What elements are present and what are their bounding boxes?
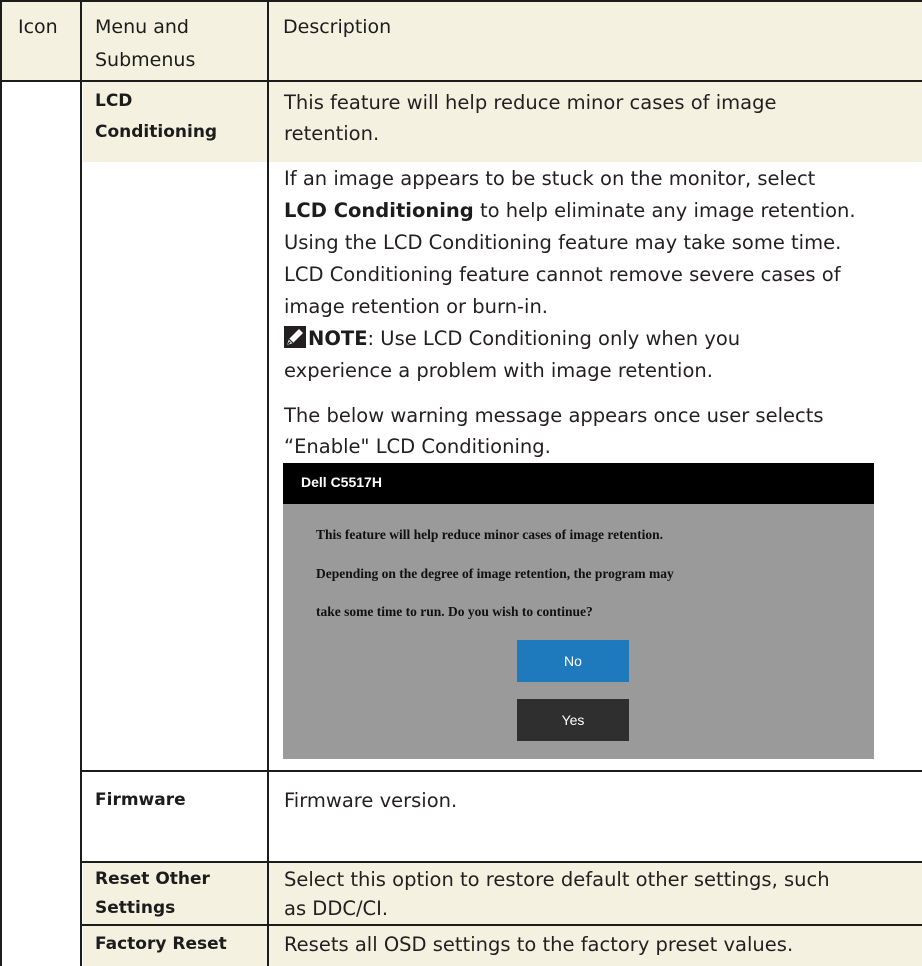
header-description: Description bbox=[283, 16, 392, 38]
no-button[interactable]: No bbox=[517, 640, 629, 682]
dialog-line2: Depending on the degree of image retenti… bbox=[316, 566, 674, 581]
desc-firmware: Firmware version. bbox=[284, 789, 458, 812]
dialog-title-bar: Dell C5517H bbox=[283, 463, 874, 504]
lcd-conditioning-bold: LCD Conditioning bbox=[284, 199, 474, 222]
desc-reset-other-line1: Select this option to restore default ot… bbox=[284, 868, 830, 891]
note-text: : Use LCD Conditioning only when you bbox=[367, 327, 741, 350]
pencil-note-icon bbox=[284, 326, 306, 348]
lcd-p2-line5: image retention or burn-in. bbox=[284, 295, 549, 318]
row-divider-reset-other bbox=[82, 861, 922, 863]
dialog-line3: take some time to run. Do you wish to co… bbox=[316, 604, 593, 619]
lcd-p1-line1: This feature will help reduce minor case… bbox=[284, 91, 777, 114]
lcd-p3-line1: The below warning message appears once u… bbox=[284, 404, 824, 427]
header-bottom-border bbox=[0, 80, 922, 82]
desc-factory-reset: Resets all OSD settings to the factory p… bbox=[284, 933, 794, 956]
menu-lcd-line1: LCD bbox=[95, 91, 133, 111]
lcd-p2-line1: If an image appears to be stuck on the m… bbox=[284, 167, 816, 190]
lcd-p1-line2: retention. bbox=[284, 122, 380, 145]
table-left-border bbox=[0, 0, 2, 966]
menu-lcd-line2: Conditioning bbox=[95, 122, 218, 142]
dialog-title: Dell C5517H bbox=[301, 474, 382, 490]
menu-reset-other-line1: Reset Other bbox=[95, 869, 210, 889]
note-label: NOTE bbox=[308, 327, 368, 350]
lcd-p2-line3: Using the LCD Conditioning feature may t… bbox=[284, 231, 842, 254]
row-divider-firmware bbox=[82, 770, 922, 772]
header-menu-line2: Submenus bbox=[95, 49, 196, 71]
menu-firmware: Firmware bbox=[95, 790, 186, 810]
table-top-border bbox=[0, 0, 922, 2]
header-icon: Icon bbox=[18, 16, 58, 38]
lcd-conditioning-warning-dialog: Dell C5517H This feature will help reduc… bbox=[283, 463, 874, 759]
desc-reset-other-line2: as DDC/CI. bbox=[284, 897, 389, 920]
lcd-note-line1: NOTE: Use LCD Conditioning only when you bbox=[284, 323, 904, 354]
icon-column-divider bbox=[80, 0, 82, 966]
header-menu-line1: Menu and bbox=[95, 16, 189, 38]
menu-reset-other-line2: Settings bbox=[95, 898, 176, 918]
lcd-p2-line2: LCD Conditioning to help eliminate any i… bbox=[284, 195, 904, 226]
lcd-p2-line2-rest: to help eliminate any image retention. bbox=[473, 199, 856, 222]
lcd-p3-line2: “Enable" LCD Conditioning. bbox=[284, 435, 551, 458]
menu-factory-reset: Factory Reset bbox=[95, 934, 227, 954]
dialog-line1: This feature will help reduce minor case… bbox=[316, 527, 663, 542]
lcd-p2-line4: LCD Conditioning feature cannot remove s… bbox=[284, 263, 841, 286]
yes-button[interactable]: Yes bbox=[517, 699, 629, 741]
row-divider-factory-reset bbox=[82, 924, 922, 926]
menu-column-divider bbox=[267, 0, 269, 966]
lcd-note-line2: experience a problem with image retentio… bbox=[284, 359, 713, 382]
